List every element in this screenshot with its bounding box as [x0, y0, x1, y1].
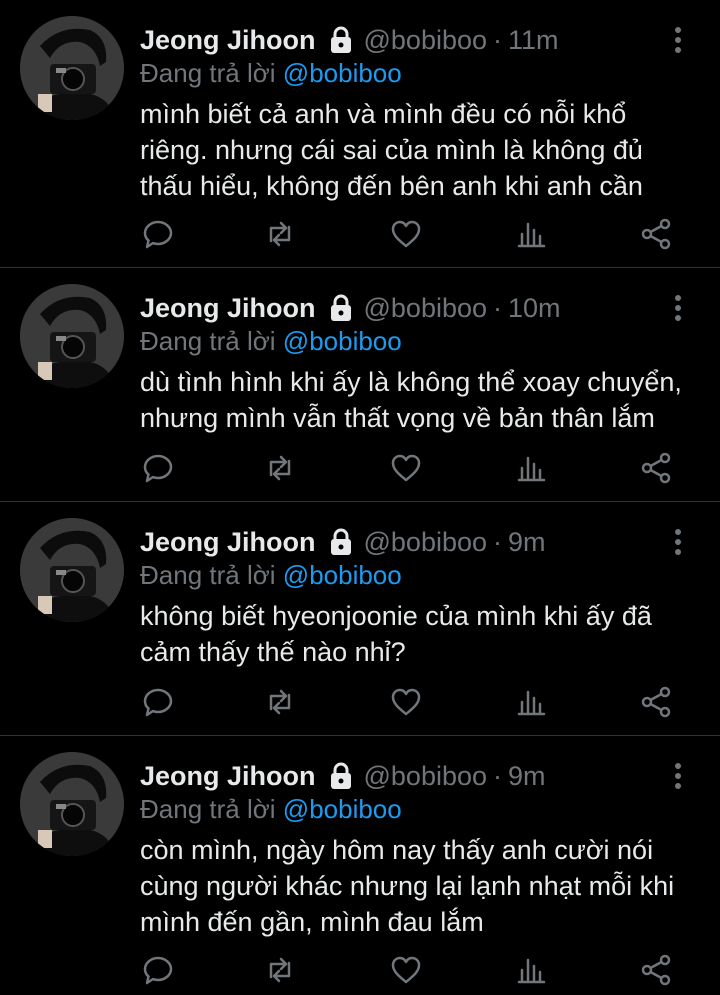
action-bar	[140, 952, 680, 992]
reply-prefix: Đang trả lời	[140, 794, 276, 824]
reply-context: Đang trả lời @bobiboo	[140, 324, 402, 358]
tweet-text-line: dù tình hình khi ấy là không thể xoay ch…	[140, 367, 682, 397]
author-handle[interactable]: @bobiboo	[364, 22, 488, 58]
more-vertical-icon[interactable]	[666, 22, 690, 58]
avatar[interactable]	[20, 752, 124, 856]
author-handle[interactable]: @bobiboo	[364, 758, 488, 794]
tweet-text-line: mình biết cả anh và mình đều có nỗi khổ	[140, 99, 627, 129]
tweet-4[interactable]: Jeong Jihoon @bobiboo · 9m Đang trả lời …	[0, 736, 720, 995]
action-bar	[140, 684, 680, 724]
tweet-text: còn mình, ngày hôm nay thấy anh cười nói…	[140, 832, 700, 940]
timestamp[interactable]: 11m	[508, 22, 559, 58]
tweet-3[interactable]: Jeong Jihoon @bobiboo · 9m Đang trả lời …	[0, 502, 720, 736]
timestamp[interactable]: 10m	[508, 290, 561, 326]
tweet-text-line: còn mình, ngày hôm nay thấy anh cười nói	[140, 835, 654, 865]
author-name[interactable]: Jeong Jihoon	[140, 758, 316, 794]
share-icon[interactable]	[638, 684, 678, 724]
reply-icon[interactable]	[140, 216, 180, 256]
author-name[interactable]: Jeong Jihoon	[140, 524, 316, 560]
reply-mention[interactable]: @bobiboo	[283, 58, 402, 88]
share-icon[interactable]	[638, 450, 678, 490]
reply-icon[interactable]	[140, 952, 180, 992]
reply-prefix: Đang trả lời	[140, 58, 276, 88]
more-vertical-icon[interactable]	[666, 290, 690, 326]
lock-icon	[328, 528, 354, 556]
reply-icon[interactable]	[140, 684, 180, 724]
tweet-text-line: riêng. nhưng cái sai của mình là không đ…	[140, 135, 643, 165]
analytics-icon[interactable]	[514, 952, 554, 992]
reply-mention[interactable]: @bobiboo	[283, 326, 402, 356]
share-icon[interactable]	[638, 216, 678, 256]
separator-dot: ·	[493, 25, 503, 55]
analytics-icon[interactable]	[514, 216, 554, 256]
more-vertical-icon[interactable]	[666, 758, 690, 794]
lock-icon	[328, 26, 354, 54]
reply-prefix: Đang trả lời	[140, 560, 276, 590]
reply-icon[interactable]	[140, 450, 180, 490]
analytics-icon[interactable]	[514, 684, 554, 724]
avatar[interactable]	[20, 518, 124, 622]
tweet-text-line: thấu hiểu, không đến bên anh khi anh cần	[140, 171, 643, 201]
tweet-text: dù tình hình khi ấy là không thể xoay ch…	[140, 364, 700, 436]
heart-icon[interactable]	[388, 450, 428, 490]
reply-prefix: Đang trả lời	[140, 326, 276, 356]
avatar[interactable]	[20, 284, 124, 388]
action-bar	[140, 450, 680, 490]
share-icon[interactable]	[638, 952, 678, 992]
tweet-text: mình biết cả anh và mình đều có nỗi khổ …	[140, 96, 700, 204]
separator-dot: ·	[493, 761, 503, 791]
heart-icon[interactable]	[388, 952, 428, 992]
tweet-2[interactable]: Jeong Jihoon @bobiboo · 10m Đang trả lời…	[0, 268, 720, 502]
tweet-text-line: mình đến gần, mình đau lắm	[140, 907, 484, 937]
reply-context: Đang trả lời @bobiboo	[140, 558, 402, 592]
tweet-text: không biết hyeonjoonie của mình khi ấy đ…	[140, 598, 700, 670]
reply-context: Đang trả lời @bobiboo	[140, 792, 402, 826]
retweet-icon[interactable]	[262, 952, 302, 992]
author-handle[interactable]: @bobiboo	[364, 524, 488, 560]
analytics-icon[interactable]	[514, 450, 554, 490]
reply-context: Đang trả lời @bobiboo	[140, 56, 402, 90]
retweet-icon[interactable]	[262, 684, 302, 724]
avatar[interactable]	[20, 16, 124, 120]
tweet-text-line: cảm thấy thế nào nhỉ?	[140, 637, 406, 667]
timestamp[interactable]: 9m	[508, 758, 546, 794]
tweet-text-line: cùng người khác nhưng lại lạnh nhạt mỗi …	[140, 871, 675, 901]
action-bar	[140, 216, 680, 256]
reply-mention[interactable]: @bobiboo	[283, 794, 402, 824]
retweet-icon[interactable]	[262, 216, 302, 256]
separator-dot: ·	[493, 527, 503, 557]
reply-mention[interactable]: @bobiboo	[283, 560, 402, 590]
author-handle[interactable]: @bobiboo	[364, 290, 488, 326]
author-name[interactable]: Jeong Jihoon	[140, 290, 316, 326]
lock-icon	[328, 762, 354, 790]
heart-icon[interactable]	[388, 684, 428, 724]
tweet-text-line: nhưng mình vẫn thất vọng về bản thân lắm	[140, 403, 655, 433]
timestamp[interactable]: 9m	[508, 524, 546, 560]
more-vertical-icon[interactable]	[666, 524, 690, 560]
heart-icon[interactable]	[388, 216, 428, 256]
tweet-1[interactable]: Jeong Jihoon @bobiboo · 11m Đang trả lời…	[0, 0, 720, 268]
retweet-icon[interactable]	[262, 450, 302, 490]
separator-dot: ·	[493, 293, 503, 323]
tweet-text-line: không biết hyeonjoonie của mình khi ấy đ…	[140, 601, 652, 631]
author-name[interactable]: Jeong Jihoon	[140, 22, 316, 58]
lock-icon	[328, 294, 354, 322]
